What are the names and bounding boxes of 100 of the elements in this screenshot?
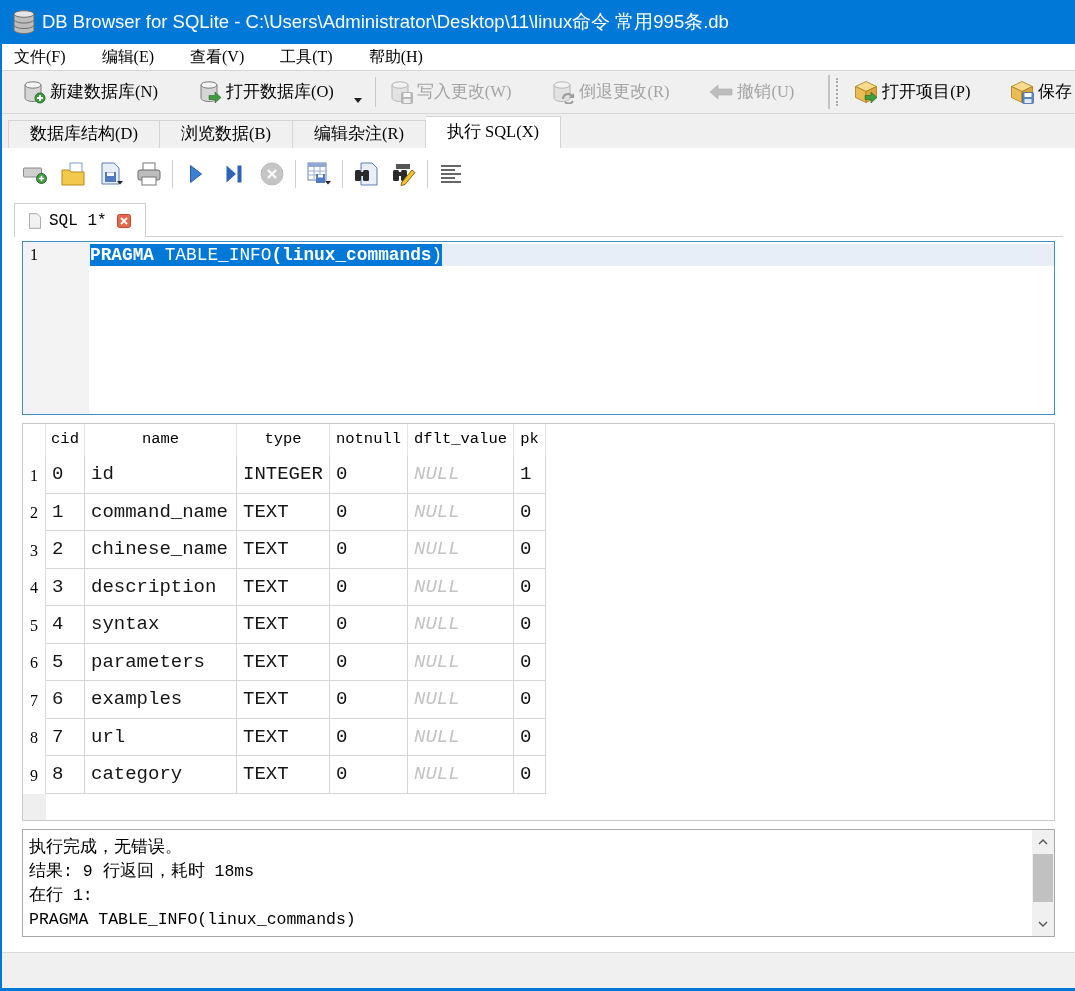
table-cell: 1 (514, 456, 546, 494)
document-icon (29, 212, 41, 229)
box-floppy-icon (1010, 80, 1035, 104)
toolbar-button[interactable]: 打开数据库(O) (193, 75, 366, 109)
table-cell: 1 (46, 493, 85, 531)
table-cell: INTEGER (237, 456, 330, 494)
menu-item[interactable]: 文件(F) (10, 45, 70, 69)
editor-tab[interactable]: SQL 1* (14, 203, 146, 237)
find-replace-button[interactable] (391, 161, 417, 187)
table-cell: TEXT (237, 531, 330, 569)
row-header[interactable]: 5 (23, 606, 46, 644)
message-line: PRAGMA TABLE_INFO(linux_commands) (29, 909, 356, 931)
tab-plus-icon (23, 164, 47, 184)
code-text: PRAGMA TABLE_INFO(linux_commands) (90, 244, 443, 266)
table-cell: id (85, 456, 237, 494)
menu-item[interactable]: 查看(V) (186, 45, 249, 69)
database-icon (13, 10, 35, 34)
table-cell: 0 (330, 568, 408, 606)
table-cell: chinese_name (85, 531, 237, 569)
table-cell: 0 (330, 681, 408, 719)
column-header[interactable]: dflt_value (408, 424, 514, 456)
row-header[interactable]: 4 (23, 568, 46, 606)
play-bar-icon (226, 165, 242, 183)
row-header[interactable]: 7 (23, 681, 46, 719)
table-cell: 3 (46, 568, 85, 606)
table-cell: TEXT (237, 606, 330, 644)
text-lines-icon (441, 165, 461, 183)
floppy-icon (99, 162, 123, 186)
caret-icon (353, 98, 362, 103)
table-cell: 0 (514, 681, 546, 719)
row-header[interactable]: 1 (23, 456, 46, 494)
find-button[interactable] (353, 161, 379, 187)
table-cell: NULL (408, 456, 514, 494)
column-header[interactable]: type (237, 424, 330, 456)
table-cell: 0 (330, 456, 408, 494)
table-cell: 0 (330, 718, 408, 756)
table-cell: 0 (330, 756, 408, 794)
column-header[interactable]: cid (46, 424, 85, 456)
save-results-button[interactable] (306, 161, 332, 187)
table-cell: NULL (408, 493, 514, 531)
row-header-background (23, 793, 46, 820)
tab[interactable]: 浏览数据(B) (159, 120, 293, 148)
table-floppy-icon (307, 162, 331, 186)
column-header[interactable]: pk (514, 424, 546, 456)
tab[interactable]: 执行 SQL(X) (425, 116, 562, 148)
open-file-button[interactable] (60, 161, 86, 187)
print-button[interactable] (136, 161, 162, 187)
binoculars-pencil-icon (392, 162, 416, 186)
table-cell: 7 (46, 718, 85, 756)
row-header[interactable]: 3 (23, 531, 46, 569)
database-arrows-icon (551, 80, 576, 104)
row-header[interactable]: 9 (23, 756, 46, 794)
table-cell: syntax (85, 606, 237, 644)
sql-editor[interactable]: 1 PRAGMA TABLE_INFO(linux_commands) (22, 241, 1055, 415)
printer-icon (137, 162, 161, 186)
column-header[interactable]: notnull (330, 424, 408, 456)
row-header[interactable]: 2 (23, 493, 46, 531)
close-icon (116, 213, 131, 228)
table-cell: 0 (514, 606, 546, 644)
scrollbar[interactable] (1032, 830, 1054, 936)
table-cell: url (85, 718, 237, 756)
tab[interactable]: 编辑杂注(R) (292, 120, 426, 148)
tab[interactable]: 数据库结构(D) (8, 120, 160, 148)
menu-item[interactable]: 编辑(E) (97, 45, 158, 69)
row-header[interactable]: 6 (23, 643, 46, 681)
table-cell: 8 (46, 756, 85, 794)
binoculars-icon (354, 162, 378, 186)
table-cell: examples (85, 681, 237, 719)
table-cell: TEXT (237, 756, 330, 794)
table-cell: 0 (514, 643, 546, 681)
table-cell: 0 (514, 718, 546, 756)
box-arrow-icon (854, 80, 879, 104)
table-cell: command_name (85, 493, 237, 531)
table-cell: TEXT (237, 643, 330, 681)
toolbar-button[interactable]: 保存 (1006, 75, 1075, 109)
row-header[interactable]: 8 (23, 718, 46, 756)
chevron-down-icon (1038, 921, 1048, 927)
folder-icon (61, 162, 85, 186)
column-header[interactable]: name (85, 424, 237, 456)
toolbar-button[interactable]: 新建数据库(N) (18, 75, 162, 109)
table-cell: TEXT (237, 493, 330, 531)
table-cell: NULL (408, 681, 514, 719)
table-cell: NULL (408, 606, 514, 644)
left-arrow-icon (709, 84, 734, 100)
menu-item[interactable]: 帮助(H) (364, 45, 427, 69)
cancel-icon (260, 162, 284, 186)
save-file-button[interactable] (98, 161, 124, 187)
message-output[interactable]: 执行完成，无错误。 结果: 9 行返回，耗时 18ms 在行 1: PRAGMA TABLE_INFO(linux_commands) (22, 829, 1055, 937)
window-title: DB Browser for SQLite - C:\Users\Administrator\Desktop\11\linux命令 常用995条.db (42, 10, 729, 35)
scrollbar-thumb[interactable] (1033, 854, 1053, 902)
table-cell: TEXT (237, 681, 330, 719)
database-floppy-icon (388, 80, 413, 104)
message-line: 结果: 9 行返回，耗时 18ms (29, 861, 255, 883)
table-cell: 2 (46, 531, 85, 569)
table-cell: 0 (514, 756, 546, 794)
table-cell: 0 (514, 568, 546, 606)
database-arrow-icon (197, 80, 222, 104)
toolbar-button[interactable]: 打开项目(P) (850, 75, 975, 109)
menu-item[interactable]: 工具(T) (276, 45, 337, 69)
table-cell: 0 (330, 643, 408, 681)
